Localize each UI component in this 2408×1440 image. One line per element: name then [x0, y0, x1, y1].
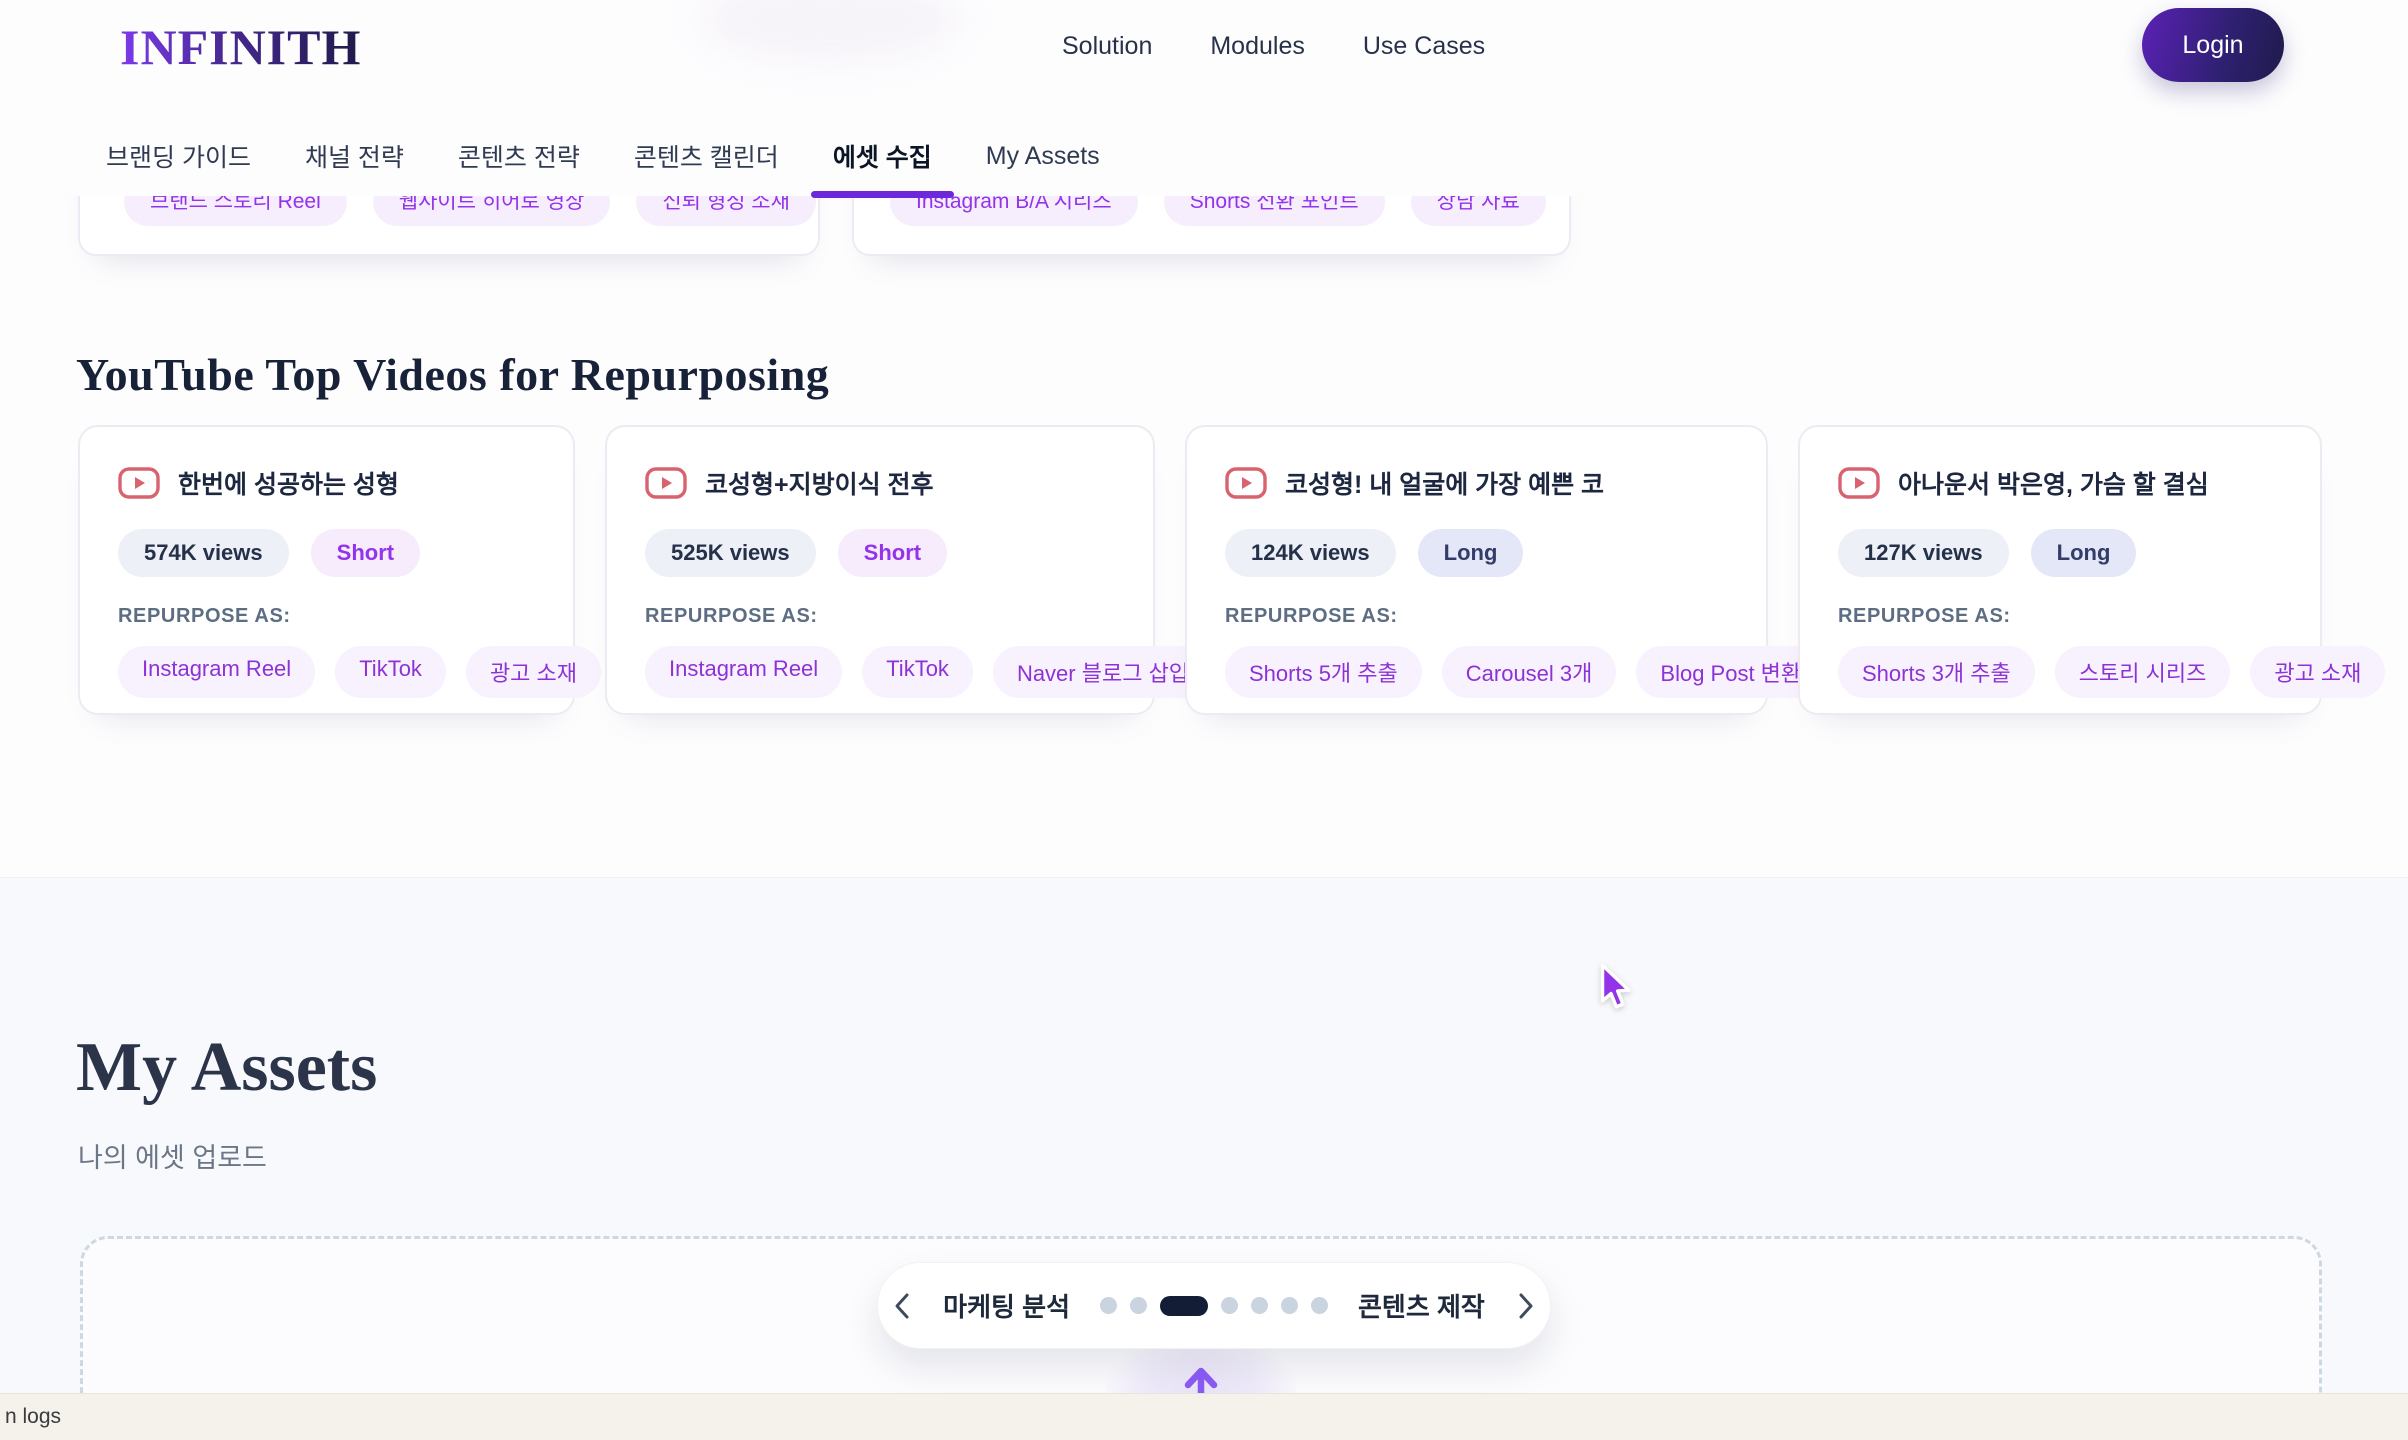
carousel-dot[interactable]: [1251, 1297, 1268, 1314]
views-badge: 525K views: [645, 529, 816, 577]
views-badge: 127K views: [1838, 529, 2009, 577]
carousel-prev-label[interactable]: 마케팅 분석: [943, 1287, 1070, 1324]
youtube-icon: [1838, 467, 1880, 499]
youtube-icon: [645, 467, 687, 499]
repurpose-label: REPURPOSE AS:: [118, 605, 535, 628]
tab-asset-collection[interactable]: 에셋 수집: [833, 138, 932, 174]
video-card[interactable]: 한번에 성공하는 성형 574K views Short REPURPOSE A…: [78, 425, 575, 715]
chevron-left-icon[interactable]: [891, 1291, 913, 1321]
views-badge: 574K views: [118, 529, 289, 577]
upload-icon: [1166, 1357, 1236, 1393]
nav-item-solution[interactable]: Solution: [1062, 32, 1152, 61]
video-card[interactable]: 코성형+지방이식 전후 525K views Short REPURPOSE A…: [605, 425, 1155, 715]
youtube-icon: [118, 467, 160, 499]
video-title: 코성형! 내 얼굴에 가장 예쁜 코: [1285, 465, 1604, 501]
repurpose-tag[interactable]: TikTok: [335, 646, 446, 698]
carousel-dot[interactable]: [1311, 1297, 1328, 1314]
video-cards-row: 한번에 성공하는 성형 574K views Short REPURPOSE A…: [78, 425, 2322, 715]
repurpose-tag[interactable]: 광고 소재: [466, 646, 601, 698]
repurpose-tag[interactable]: Carousel 3개: [1442, 646, 1617, 698]
video-card[interactable]: 코성형! 내 얼굴에 가장 예쁜 코 124K views Long REPUR…: [1185, 425, 1768, 715]
repurpose-tag[interactable]: TikTok: [862, 646, 973, 698]
type-badge: Short: [838, 529, 947, 577]
background-blob: [700, 0, 960, 60]
type-badge: Long: [2031, 529, 2137, 577]
status-bar: n logs: [0, 1393, 2408, 1440]
chevron-right-icon[interactable]: [1515, 1291, 1537, 1321]
repurpose-tag[interactable]: 스토리 시리즈: [2055, 646, 2231, 698]
repurpose-tag[interactable]: 광고 소재: [2250, 646, 2385, 698]
video-title: 아나운서 박은영, 가슴 할 결심: [1898, 465, 2209, 501]
carousel-dot[interactable]: [1281, 1297, 1298, 1314]
video-title: 한번에 성공하는 성형: [178, 465, 399, 501]
header: INFINITH Solution Modules Use Cases Logi…: [0, 0, 2408, 196]
video-title: 코성형+지방이식 전후: [705, 465, 934, 501]
type-badge: Short: [311, 529, 420, 577]
type-badge: Long: [1418, 529, 1524, 577]
module-carousel: 마케팅 분석 콘텐츠 제작: [877, 1262, 1551, 1349]
nav-item-use-cases[interactable]: Use Cases: [1363, 32, 1485, 61]
page: 브랜드 스토리 Reel 웹사이트 히어로 영상 신뢰 형성 소재 Instag…: [0, 0, 2408, 1440]
repurpose-tag[interactable]: Instagram Reel: [118, 646, 315, 698]
tab-channel-strategy[interactable]: 채널 전략: [305, 138, 404, 174]
tab-content-calendar[interactable]: 콘텐츠 캘린더: [634, 138, 779, 174]
repurpose-tag[interactable]: Blog Post 변환: [1636, 646, 1825, 698]
page-title-my-assets: My Assets: [76, 1028, 377, 1108]
status-bar-text: n logs: [5, 1405, 61, 1429]
repurpose-label: REPURPOSE AS:: [1838, 605, 2282, 628]
repurpose-label: REPURPOSE AS:: [1225, 605, 1728, 628]
tab-content-strategy[interactable]: 콘텐츠 전략: [458, 138, 580, 174]
tab-my-assets[interactable]: My Assets: [986, 142, 1100, 171]
repurpose-tag[interactable]: Instagram Reel: [645, 646, 842, 698]
login-button[interactable]: Login: [2142, 8, 2284, 82]
carousel-dot[interactable]: [1221, 1297, 1238, 1314]
my-assets-subtitle: 나의 에셋 업로드: [78, 1136, 267, 1175]
tab-bar: 브랜딩 가이드 채널 전략 콘텐츠 전략 콘텐츠 캘린더 에셋 수집 My As…: [106, 138, 1100, 174]
carousel-dot[interactable]: [1100, 1297, 1117, 1314]
carousel-dot[interactable]: [1130, 1297, 1147, 1314]
brand-logo[interactable]: INFINITH: [120, 18, 361, 76]
repurpose-tag[interactable]: Naver 블로그 삽입: [993, 646, 1213, 698]
carousel-dots: [1100, 1296, 1328, 1316]
tab-branding-guide[interactable]: 브랜딩 가이드: [106, 138, 251, 174]
carousel-next-label[interactable]: 콘텐츠 제작: [1358, 1287, 1485, 1324]
main-nav: Solution Modules Use Cases: [1062, 32, 1485, 61]
views-badge: 124K views: [1225, 529, 1396, 577]
youtube-icon: [1225, 467, 1267, 499]
video-card[interactable]: 아나운서 박은영, 가슴 할 결심 127K views Long REPURP…: [1798, 425, 2322, 715]
section-title-youtube: YouTube Top Videos for Repurposing: [76, 348, 829, 401]
repurpose-label: REPURPOSE AS:: [645, 605, 1115, 628]
repurpose-tag[interactable]: Shorts 3개 추출: [1838, 646, 2035, 698]
carousel-dot-active[interactable]: [1160, 1296, 1208, 1316]
nav-item-modules[interactable]: Modules: [1210, 32, 1305, 61]
repurpose-tag[interactable]: Shorts 5개 추출: [1225, 646, 1422, 698]
